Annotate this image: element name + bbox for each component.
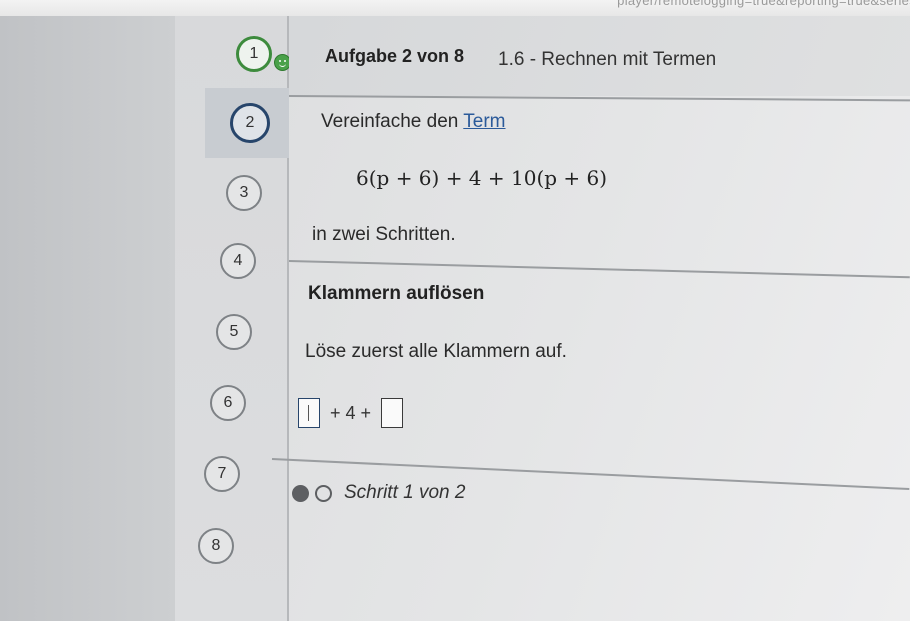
- step-number: 1: [249, 45, 259, 62]
- task-intro: Vereinfache den Term: [321, 111, 506, 133]
- screen: player/remotelogging=true&reporting=true…: [0, 0, 910, 621]
- step-heading: Klammern auflösen: [308, 283, 485, 304]
- step-button-6[interactable]: 6: [210, 385, 246, 421]
- term-formula: 6(p + 6) + 4 + 10(p + 6): [356, 166, 608, 190]
- answer-middle-text: + 4 +: [330, 402, 372, 423]
- step-number: 4: [233, 252, 243, 269]
- step-instruction: Löse zuerst alle Klammern auf.: [305, 341, 567, 362]
- task-outro: in zwei Schritten.: [312, 224, 456, 245]
- step-number: 3: [239, 184, 249, 201]
- step-button-8[interactable]: 8: [198, 528, 234, 564]
- answer-input-2[interactable]: [381, 398, 404, 428]
- task-intro-text: Vereinfache den: [321, 111, 459, 132]
- step-number: 7: [217, 465, 227, 482]
- browser-address-strip: player/remotelogging=true&reporting=true…: [0, 0, 910, 17]
- step-button-5[interactable]: 5: [216, 314, 252, 350]
- step-button-3[interactable]: 3: [226, 175, 262, 211]
- left-margin: [0, 16, 175, 621]
- step-button-2[interactable]: 2: [230, 103, 270, 143]
- term-link[interactable]: Term: [463, 111, 505, 132]
- step-button-1[interactable]: 1: [236, 36, 272, 72]
- progress-dot-pending: [315, 484, 332, 502]
- task-content: [289, 16, 910, 621]
- task-counter: Aufgabe 2 von 8: [325, 46, 465, 66]
- answer-row: + 4 +: [298, 396, 404, 430]
- step-button-7[interactable]: 7: [204, 456, 240, 492]
- progress-dot-completed: [292, 484, 309, 502]
- step-number: 8: [211, 537, 221, 554]
- step-number: 6: [223, 394, 233, 411]
- answer-input-1[interactable]: [298, 398, 320, 428]
- step-number: 5: [229, 323, 239, 340]
- progress-label: Schritt 1 von 2: [344, 482, 466, 503]
- url-fragment: player/remotelogging=true&reporting=true…: [617, 0, 910, 8]
- step-number: 2: [245, 114, 255, 131]
- step-button-4[interactable]: 4: [220, 243, 256, 279]
- step-progress: Schritt 1 von 2: [292, 482, 465, 504]
- chapter-title: 1.6 - Rechnen mit Termen: [498, 49, 717, 70]
